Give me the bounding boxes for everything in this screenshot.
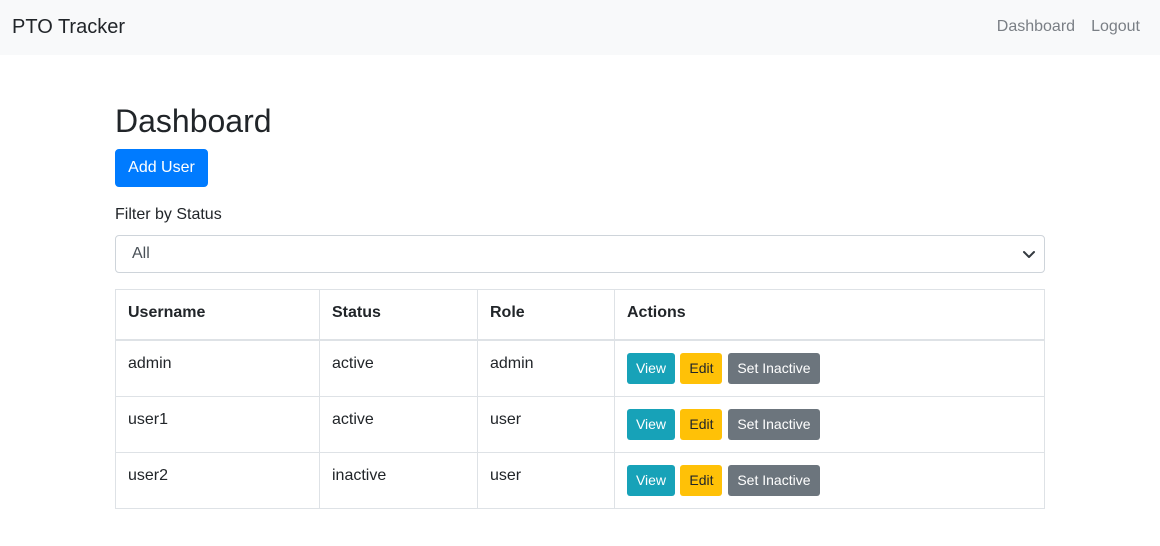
nav-link-dashboard[interactable]: Dashboard xyxy=(997,16,1075,38)
table-row: user2 inactive user View Edit Set Inacti… xyxy=(115,451,1045,509)
cell-status: active xyxy=(319,339,478,397)
header-actions: Actions xyxy=(614,289,1045,341)
set-inactive-button[interactable]: Set Inactive xyxy=(727,464,820,496)
cell-username: admin xyxy=(115,339,320,397)
cell-role: user xyxy=(477,451,615,509)
cell-username: user2 xyxy=(115,451,320,509)
cell-status: active xyxy=(319,395,478,453)
header-status: Status xyxy=(319,289,478,341)
edit-button[interactable]: Edit xyxy=(680,408,723,440)
nav-links: Dashboard Logout xyxy=(997,16,1140,38)
view-button[interactable]: View xyxy=(627,464,675,496)
set-inactive-button[interactable]: Set Inactive xyxy=(727,408,820,440)
header-username: Username xyxy=(115,289,320,341)
users-table: Username Status Role Actions admin activ… xyxy=(115,289,1045,509)
cell-role: user xyxy=(477,395,615,453)
table-row: admin active admin View Edit Set Inactiv… xyxy=(115,339,1045,397)
status-filter-value: All xyxy=(132,245,150,262)
edit-button[interactable]: Edit xyxy=(680,464,723,496)
table-row: user1 active user View Edit Set Inactive xyxy=(115,395,1045,453)
cell-username: user1 xyxy=(115,395,320,453)
table-header-row: Username Status Role Actions xyxy=(115,289,1045,341)
cell-actions: View Edit Set Inactive xyxy=(614,451,1045,509)
view-button[interactable]: View xyxy=(627,352,675,384)
cell-status: inactive xyxy=(319,451,478,509)
chevron-down-icon xyxy=(1023,251,1035,258)
nav-link-logout[interactable]: Logout xyxy=(1091,16,1140,38)
set-inactive-button[interactable]: Set Inactive xyxy=(727,352,820,384)
navbar: PTO Tracker Dashboard Logout xyxy=(0,0,1160,55)
cell-actions: View Edit Set Inactive xyxy=(614,339,1045,397)
filter-label: Filter by Status xyxy=(115,206,222,223)
status-filter-select[interactable]: All xyxy=(115,235,1045,273)
edit-button[interactable]: Edit xyxy=(680,352,723,384)
cell-actions: View Edit Set Inactive xyxy=(614,395,1045,453)
add-user-button[interactable]: Add User xyxy=(115,149,208,187)
brand-link[interactable]: PTO Tracker xyxy=(12,14,125,40)
header-role: Role xyxy=(477,289,615,341)
page-title: Dashboard xyxy=(115,103,272,139)
cell-role: admin xyxy=(477,339,615,397)
view-button[interactable]: View xyxy=(627,408,675,440)
